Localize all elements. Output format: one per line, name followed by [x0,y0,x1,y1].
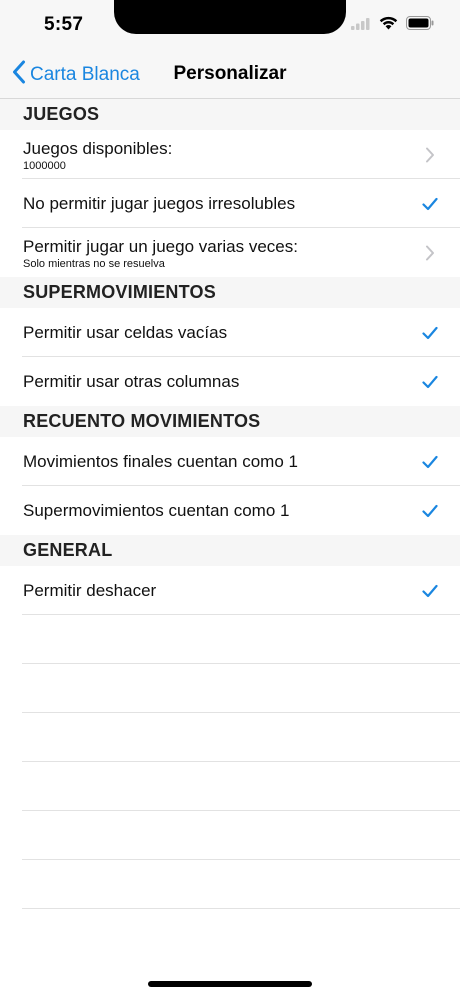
row-no-permitir-irresolubles[interactable]: No permitir jugar juegos irresolubles [22,179,460,228]
empty-table-row [22,713,460,762]
row-movimientos-finales[interactable]: Movimientos finales cuentan como 1 [22,437,460,486]
row-label: Permitir usar celdas vacías [23,323,228,342]
checkmark-icon [422,325,438,341]
row-label: Permitir usar otras columnas [23,372,240,391]
row-label: Movimientos finales cuentan como 1 [23,452,298,471]
empty-table-row [22,811,460,860]
home-indicator[interactable] [148,981,312,987]
empty-table-row [22,860,460,909]
checkmark-icon [422,196,438,212]
empty-table-row [22,664,460,713]
section-header-general: GENERAL [0,535,460,566]
checkmark-icon [422,503,438,519]
row-sublabel: Solo mientras no se resuelva [23,258,165,270]
row-label: Permitir jugar un juego varias veces: [23,237,298,256]
wifi-icon [379,16,398,35]
row-label: Supermovimientos cuentan como 1 [23,501,290,520]
row-jugar-varias-veces[interactable]: Permitir jugar un juego varias veces: So… [22,228,460,277]
empty-table-row [22,762,460,811]
row-celdas-vacias[interactable]: Permitir usar celdas vacías [22,308,460,357]
device-notch [114,0,346,34]
row-supermovimientos-uno[interactable]: Supermovimientos cuentan como 1 [22,486,460,535]
row-label: Permitir deshacer [23,581,157,600]
navigation-bar: Carta Blanca Personalizar [0,50,460,99]
checkmark-icon [422,583,438,599]
row-label: No permitir jugar juegos irresolubles [23,194,296,213]
status-icons [351,16,434,35]
battery-icon [406,16,434,35]
section-header-recuento: RECUENTO MOVIMIENTOS [0,406,460,437]
page-title-text: Personalizar [173,63,287,84]
status-bar: 5:57 [0,0,460,50]
row-sublabel: 1000000 [23,160,66,172]
row-permitir-deshacer[interactable]: Permitir deshacer [22,566,460,615]
row-juegos-disponibles[interactable]: Juegos disponibles: 1000000 [22,130,460,179]
chevron-right-icon [422,245,438,261]
checkmark-icon [422,374,438,390]
status-time: 5:57 [44,14,84,35]
section-header-juegos: JUEGOS [0,99,460,130]
empty-table-row [22,615,460,664]
chevron-right-icon [422,147,438,163]
row-label: Juegos disponibles: [23,139,173,158]
row-otras-columnas[interactable]: Permitir usar otras columnas [22,357,460,406]
signal-icon [351,17,371,35]
checkmark-icon [422,454,438,470]
section-header-supermovimientos: SUPERMOVIMIENTOS [0,277,460,308]
page-title: Personalizar [0,63,460,85]
settings-table: JUEGOS Juegos disponibles: 1000000 No pe… [0,99,460,909]
